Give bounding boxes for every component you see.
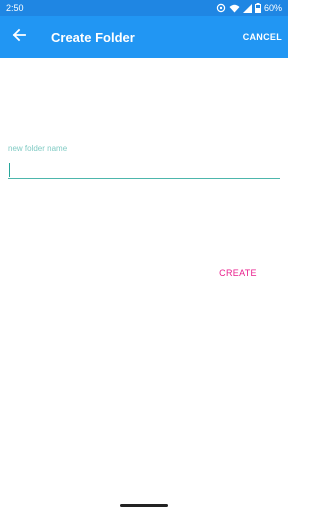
create-button[interactable]: CREATE [212,262,264,284]
folder-name-field: new folder name [8,144,280,179]
battery-icon [254,3,261,13]
navigation-bar [0,498,288,512]
text-cursor [9,163,10,177]
battery-level: 60% [263,3,282,13]
back-button[interactable] [0,16,38,58]
wifi-icon [229,4,240,13]
folder-name-input[interactable] [8,159,280,179]
status-icons: 60% [216,3,282,13]
create-folder-form: new folder name CREATE [0,58,288,498]
status-time: 2:50 [6,3,24,13]
app-bar: Create Folder CANCEL [0,16,288,58]
signal-icon [242,3,252,13]
folder-name-label: new folder name [8,144,68,153]
home-handle[interactable] [120,503,168,507]
arrow-left-icon [12,28,26,47]
status-bar: 2:50 60% [0,0,288,16]
data-saver-icon [216,3,226,13]
cancel-button[interactable]: CANCEL [243,16,288,58]
page-title: Create Folder [51,29,135,45]
